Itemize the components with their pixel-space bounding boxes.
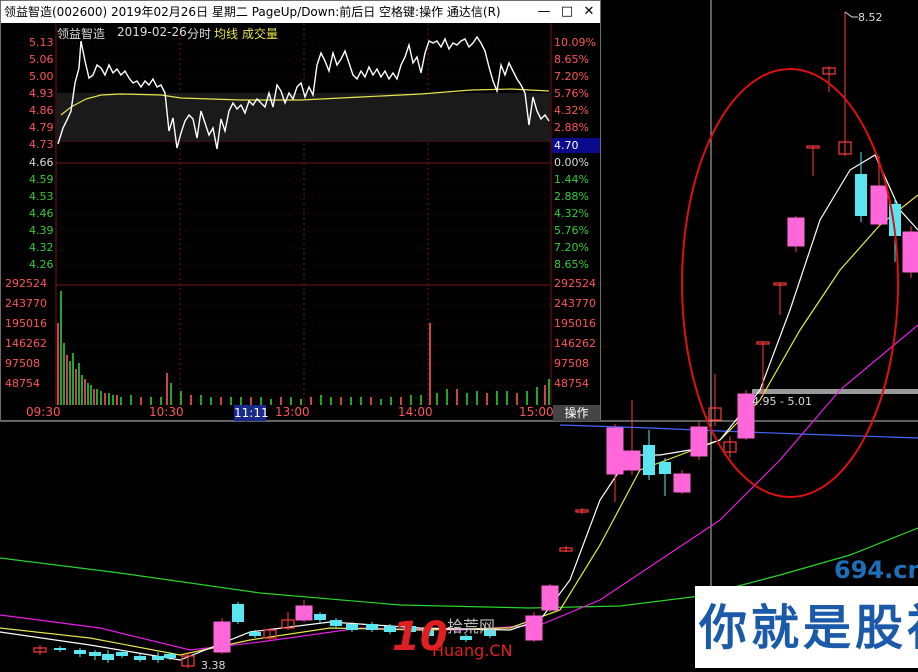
kline-candle: [366, 624, 378, 630]
pct-tick: 5.76%: [554, 224, 589, 237]
price-tick: 4.46: [29, 207, 54, 220]
price-tick: 4.39: [29, 224, 54, 237]
price-tick: 5.00: [29, 70, 54, 83]
avg-line-label[interactable]: 均线: [214, 25, 238, 42]
kline-candle: [525, 615, 543, 641]
watermark-slogan: 你就是股神: [699, 600, 918, 656]
time-label: 15:00: [519, 405, 554, 419]
operation-button[interactable]: 操作: [553, 405, 600, 421]
pct-tick: 4.32%: [554, 207, 589, 220]
time-label: 10:30: [149, 405, 184, 419]
price-tick: 4.53: [29, 190, 54, 203]
high-marker: [844, 11, 858, 18]
kline-candle: [116, 652, 128, 656]
chart-date: 2019-02-26: [117, 25, 187, 39]
kline-candle: [249, 632, 261, 636]
time-label: 13:00: [275, 405, 310, 419]
kline-candle: [134, 656, 146, 660]
kline-candle: [902, 231, 918, 273]
time-label: 09:30: [26, 405, 61, 419]
price-tick: 4.93: [29, 87, 54, 100]
kline-candle: [659, 462, 671, 474]
pct-tick-base: 0.00%: [554, 156, 589, 169]
price-tick: 4.26: [29, 258, 54, 271]
kline-candle: [102, 654, 114, 660]
pct-tick: 7.20%: [554, 241, 589, 254]
kline-candle: [870, 185, 888, 225]
volume-tick-right: 195016: [554, 317, 596, 330]
pct-tick: 2.88%: [554, 190, 589, 203]
price-tick: 5.13: [29, 36, 54, 49]
watermark-huang: Huang.CN: [432, 641, 513, 660]
volume-tick: 97508: [5, 357, 40, 370]
kline-candle: [164, 654, 176, 658]
kline-candle: [541, 585, 559, 611]
kline-candle: [213, 621, 231, 653]
price-tick: 4.79: [29, 121, 54, 134]
kline-candle: [330, 620, 342, 626]
intraday-window[interactable]: 领益智造(002600) 2019年02月26日 星期二 PageUp/Down…: [0, 0, 601, 421]
window-title: 领益智造(002600) 2019年02月26日 星期二 PageUp/Down…: [4, 5, 501, 19]
kline-candle: [152, 656, 164, 660]
pct-tick: 4.32%: [554, 104, 589, 117]
kline-candle: [346, 624, 358, 630]
title-bar[interactable]: 领益智造(002600) 2019年02月26日 星期二 PageUp/Down…: [1, 1, 600, 23]
kline-candle: [606, 427, 624, 475]
current-price-box: 4.70: [552, 138, 600, 153]
price-tick: 4.59: [29, 173, 54, 186]
pct-tick: 2.88%: [554, 121, 589, 134]
highlight-ellipse: [681, 68, 899, 498]
kline-candle: [673, 473, 691, 493]
cursor-time: 11:11: [234, 405, 269, 421]
pct-tick: 8.65%: [554, 53, 589, 66]
volume-tick: 146262: [5, 337, 47, 350]
volume-label[interactable]: 成交量: [242, 25, 278, 42]
kline-low-label: 3.38: [201, 659, 226, 672]
price-tick-base: 4.66: [29, 156, 54, 169]
stock-name: 领益智造: [57, 27, 106, 41]
price-tick: 5.06: [29, 53, 54, 66]
kline-candle: [855, 174, 867, 216]
kline-candle: [54, 648, 66, 650]
watermark-694: 694.cn: [834, 556, 918, 584]
close-icon[interactable]: ✕: [578, 1, 600, 23]
pct-tick: 1.44%: [554, 173, 589, 186]
minimize-icon[interactable]: —: [533, 1, 555, 23]
volume-tick-right: 146262: [554, 337, 596, 350]
kline-high-label: 8.52: [858, 11, 883, 24]
watermark-slogan-box: 你就是股神: [695, 586, 918, 668]
pct-tick: 10.09%: [554, 36, 596, 49]
price-tick: 4.73: [29, 138, 54, 151]
kline-range-label: 4.95 - 5.01: [752, 395, 812, 408]
range-bar: [752, 389, 918, 394]
volume-tick-right: 48754: [554, 377, 589, 390]
pct-tick: 7.20%: [554, 70, 589, 83]
kline-candle: [643, 445, 655, 475]
pct-tick: 5.76%: [554, 87, 589, 100]
volume-tick-right: 97508: [554, 357, 589, 370]
volume-tick: 243770: [5, 297, 47, 310]
kline-candle: [314, 614, 326, 620]
kline-candle: [74, 650, 86, 654]
volume-tick-right: 243770: [554, 297, 596, 310]
kline-candle: [623, 450, 641, 471]
price-tick: 4.86: [29, 104, 54, 117]
time-label: 14:00: [398, 405, 433, 419]
chart-mode: 分时: [187, 27, 212, 41]
volume-tick: 195016: [5, 317, 47, 330]
volume-tick: 48754: [5, 377, 40, 390]
maximize-icon[interactable]: □: [556, 1, 578, 23]
kline-candle: [89, 652, 101, 656]
volume-tick-right: 292524: [554, 277, 596, 290]
kline-candle: [232, 604, 244, 622]
volume-tick: 292524: [5, 277, 47, 290]
kline-candle: [787, 217, 805, 247]
intraday-chart[interactable]: [1, 23, 600, 420]
pct-tick: 8.65%: [554, 258, 589, 271]
watermark-cn-text: 拾荒网: [447, 617, 496, 636]
price-tick: 4.32: [29, 241, 54, 254]
kline-candle: [690, 426, 708, 457]
kline-candle: [295, 605, 313, 621]
